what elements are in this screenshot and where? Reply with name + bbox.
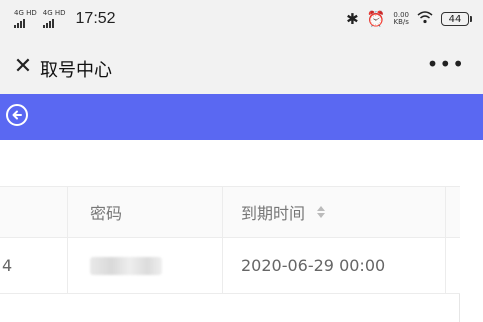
- back-circle-arrow-icon[interactable]: [6, 104, 28, 126]
- network-speed: 0.00 KB/s: [393, 12, 409, 26]
- row-expire-cell: 2020-06-29 00:00: [223, 238, 446, 293]
- header-bar: [0, 94, 483, 140]
- table-header: 密码 到期时间: [0, 186, 460, 238]
- title-bar: ✕ 取号中心 •••: [0, 42, 483, 94]
- bluetooth-icon: ✱: [346, 10, 359, 28]
- signal-icon: 4G HD: [14, 10, 37, 28]
- wifi-icon: [417, 10, 433, 28]
- column-header-expire-label: 到期时间: [241, 204, 306, 223]
- signal-label: 4G HD: [14, 9, 37, 17]
- status-left: 4G HD 4G HD 17:52: [14, 10, 116, 28]
- battery-indicator: 44: [441, 12, 472, 26]
- password-masked: [90, 256, 162, 275]
- column-header-expire-time[interactable]: 到期时间: [223, 187, 446, 237]
- alarm-icon: ⏰: [366, 10, 386, 28]
- row-password-cell: [68, 238, 223, 293]
- row-extra-cell: [446, 238, 460, 293]
- status-bar: 4G HD 4G HD 17:52 ✱ ⏰ 0.00 KB/s 44: [0, 0, 483, 42]
- page-title: 取号中心: [40, 60, 112, 81]
- more-menu-button[interactable]: •••: [427, 52, 465, 76]
- row-index-cell: 4: [0, 238, 68, 293]
- account-table: 密码 到期时间 4 2020-06-29 00:00: [0, 186, 460, 322]
- column-header-extra: [446, 187, 460, 237]
- app-screen: 4G HD 4G HD 17:52 ✱ ⏰ 0.00 KB/s 44 ✕ 取号中…: [0, 0, 483, 322]
- close-button[interactable]: ✕: [10, 54, 36, 80]
- table-row[interactable]: 4 2020-06-29 00:00: [0, 238, 460, 294]
- signal-bars: [14, 18, 25, 28]
- status-right: ✱ ⏰ 0.00 KB/s 44: [346, 10, 472, 28]
- signal-bars-2: [42, 18, 54, 28]
- column-header-password: 密码: [68, 187, 223, 237]
- sort-icon[interactable]: [317, 206, 326, 218]
- column-header-password-label: 密码: [90, 204, 123, 223]
- signal-icon-2: 4G HD: [42, 9, 66, 28]
- speed-unit: KB/s: [393, 18, 409, 26]
- signal-label-2: 4G HD: [42, 9, 66, 17]
- clock-time: 17:52: [75, 10, 116, 27]
- column-header-index: [0, 187, 68, 237]
